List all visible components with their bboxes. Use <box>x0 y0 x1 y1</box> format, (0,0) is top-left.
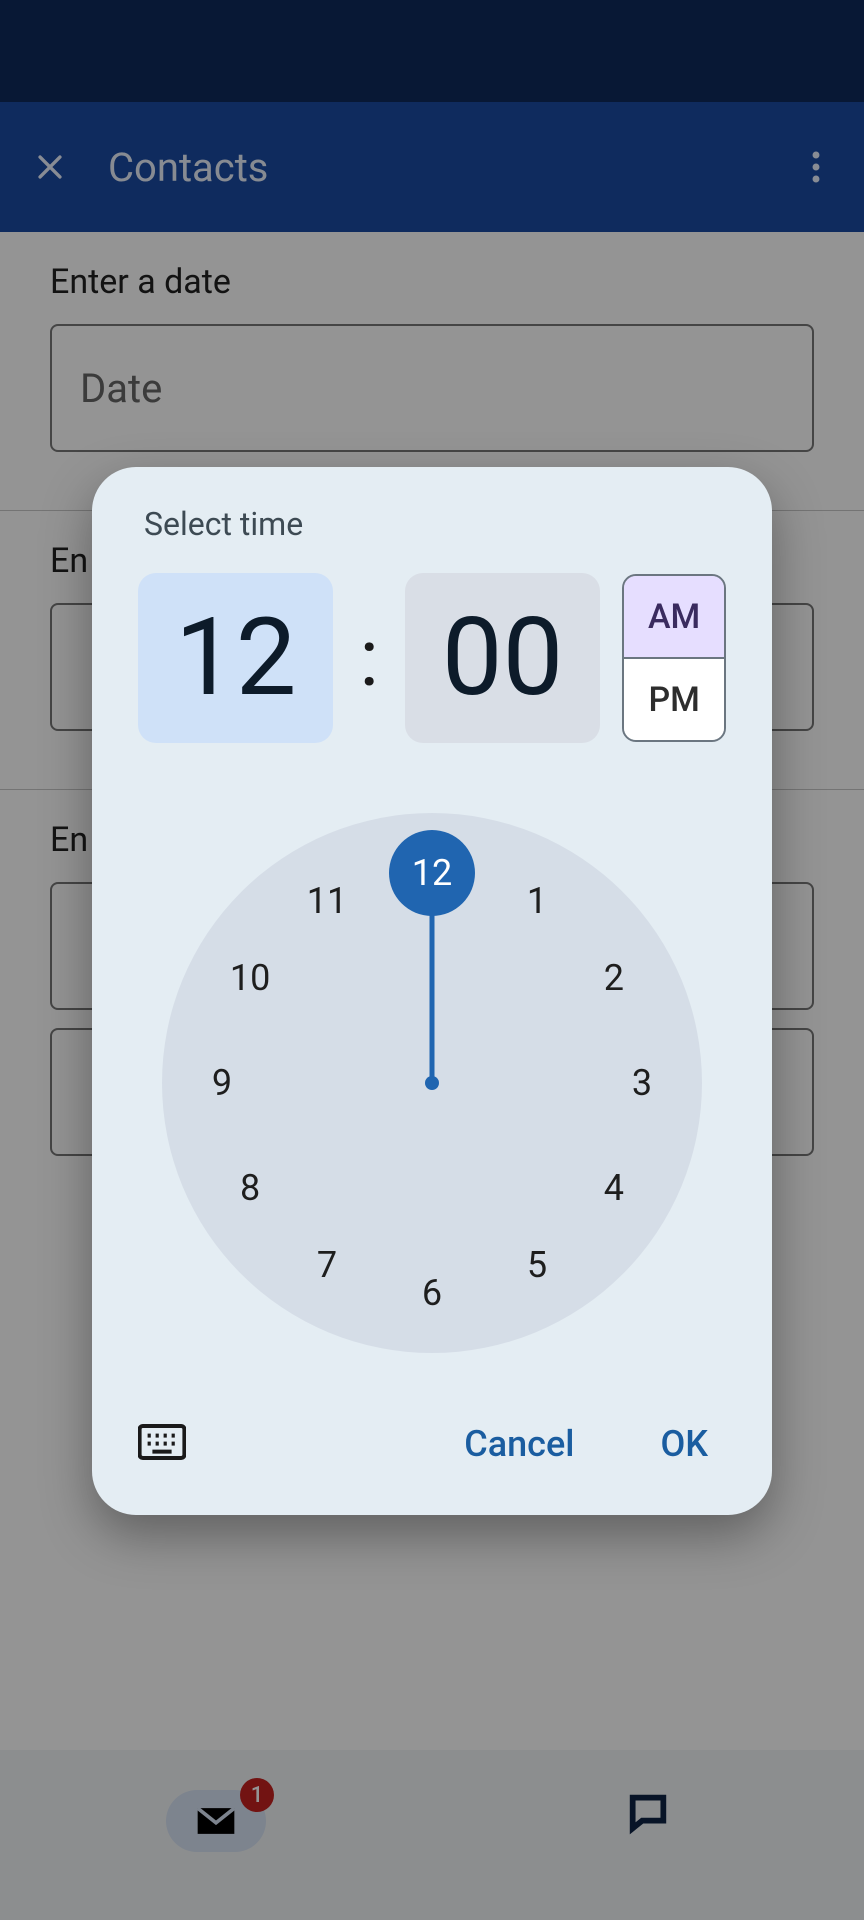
clock-number-3[interactable]: 3 <box>632 1062 652 1104</box>
clock-area: 12 1234567891011 <box>138 813 726 1353</box>
clock-face[interactable]: 12 1234567891011 <box>162 813 702 1353</box>
clock-number-1[interactable]: 1 <box>527 880 547 922</box>
clock-number-4[interactable]: 4 <box>604 1167 624 1209</box>
clock-number-10[interactable]: 10 <box>230 957 270 999</box>
ok-button[interactable]: OK <box>642 1413 726 1475</box>
cancel-button[interactable]: Cancel <box>446 1413 592 1475</box>
clock-number-8[interactable]: 8 <box>240 1167 260 1209</box>
time-picker-dialog: Select time 12 : 00 AM PM 12 12345678910… <box>92 467 772 1515</box>
selected-hour-circle[interactable]: 12 <box>389 830 475 916</box>
hour-box[interactable]: 12 <box>138 573 333 743</box>
keyboard-icon[interactable] <box>138 1424 186 1464</box>
dialog-actions: Cancel OK <box>138 1413 726 1475</box>
am-button[interactable]: AM <box>624 576 724 659</box>
pm-button[interactable]: PM <box>624 659 724 740</box>
time-colon: : <box>355 611 382 705</box>
time-display-row: 12 : 00 AM PM <box>138 573 726 743</box>
dialog-title: Select time <box>144 505 726 543</box>
clock-number-9[interactable]: 9 <box>212 1062 232 1104</box>
clock-number-11[interactable]: 11 <box>307 880 347 922</box>
clock-number-6[interactable]: 6 <box>422 1272 442 1314</box>
ampm-toggle: AM PM <box>622 574 726 742</box>
clock-center <box>425 1076 439 1090</box>
clock-number-2[interactable]: 2 <box>604 957 624 999</box>
clock-number-7[interactable]: 7 <box>317 1244 337 1286</box>
clock-number-5[interactable]: 5 <box>527 1244 547 1286</box>
minute-box[interactable]: 00 <box>405 573 600 743</box>
